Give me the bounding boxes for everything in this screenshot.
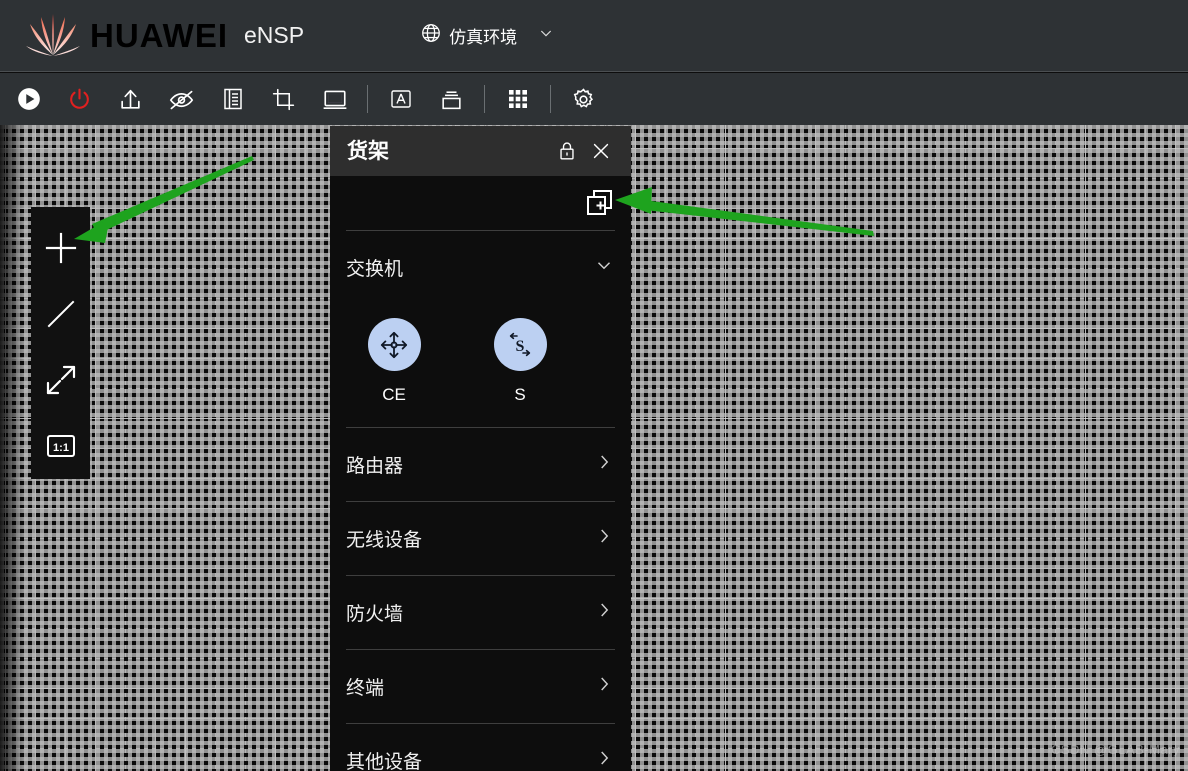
toolbar-separator-3 (550, 85, 551, 113)
shelf-panel-body: 交换机 (330, 230, 631, 771)
router-section[interactable]: 路由器 (346, 428, 615, 501)
power-button[interactable] (63, 83, 96, 116)
fit-tool[interactable] (32, 347, 90, 413)
shelf-panel: 货架 (330, 126, 631, 771)
shelf-toolbar-row (330, 176, 631, 230)
other-section-label: 其他设备 (346, 747, 593, 771)
wireless-section[interactable]: 无线设备 (346, 502, 615, 575)
terminal-section-label: 终端 (346, 673, 593, 700)
huawei-flower-logo (24, 13, 82, 59)
close-icon[interactable] (587, 137, 615, 165)
line-tool[interactable] (32, 281, 90, 347)
add-tool[interactable] (32, 215, 90, 281)
toolbar-separator-2 (484, 85, 485, 113)
switch-section-label: 交换机 (346, 254, 593, 281)
shelf-button[interactable] (501, 83, 534, 116)
lock-icon[interactable] (553, 137, 581, 165)
ensp-application-window: HUAWEI eNSP 仿真环境 (0, 0, 1188, 771)
svg-text:S: S (516, 338, 525, 355)
text-button[interactable] (384, 83, 417, 116)
chevron-right-icon[interactable] (593, 525, 615, 552)
layers-button[interactable] (435, 83, 468, 116)
switch-4way-icon (368, 318, 421, 371)
switch-s-icon: S (494, 318, 547, 371)
device-ce-label: CE (382, 385, 406, 405)
chevron-right-icon[interactable] (593, 599, 615, 626)
toolbar-separator-1 (367, 85, 368, 113)
router-section-label: 路由器 (346, 451, 593, 478)
chevron-down-icon[interactable] (538, 25, 554, 46)
brand-area: HUAWEI eNSP (24, 13, 304, 59)
canvas-tool-palette: 1:1 (31, 207, 90, 479)
terminal-section[interactable]: 终端 (346, 650, 615, 723)
wireless-section-label: 无线设备 (346, 525, 593, 552)
chevron-right-icon[interactable] (593, 673, 615, 700)
screen-button[interactable] (318, 83, 351, 116)
device-s-label: S (514, 385, 525, 405)
crop-button[interactable] (267, 83, 300, 116)
panel-title: 货架 (347, 141, 547, 162)
add-shelf-button[interactable] (585, 188, 615, 218)
firewall-section[interactable]: 防火墙 (346, 576, 615, 649)
svg-text:1:1: 1:1 (53, 442, 69, 454)
app-name: eNSP (244, 22, 304, 49)
device-s[interactable]: S S (486, 318, 554, 405)
other-section[interactable]: 其他设备 (346, 724, 615, 771)
top-header-bar: HUAWEI eNSP 仿真环境 (0, 0, 1188, 72)
shelf-panel-header: 货架 (330, 126, 631, 176)
switch-device-grid: CE S S (346, 304, 615, 427)
chevron-down-icon[interactable] (593, 254, 615, 281)
environment-label: 仿真环境 (449, 23, 517, 48)
export-button[interactable] (114, 83, 147, 116)
notes-button[interactable] (216, 83, 249, 116)
firewall-section-label: 防火墙 (346, 599, 593, 626)
environment-selector[interactable]: 仿真环境 (420, 22, 554, 49)
globe-icon (420, 22, 442, 49)
actual-size-tool[interactable]: 1:1 (32, 413, 90, 479)
device-ce[interactable]: CE (360, 318, 428, 405)
start-button[interactable] (12, 83, 45, 116)
switch-section[interactable]: 交换机 (346, 231, 615, 304)
brand-name: HUAWEI (90, 19, 228, 52)
chevron-right-icon[interactable] (593, 451, 615, 478)
main-toolbar (0, 73, 1188, 125)
chevron-right-icon[interactable] (593, 747, 615, 771)
settings-button[interactable] (567, 83, 600, 116)
hide-button[interactable] (165, 83, 198, 116)
